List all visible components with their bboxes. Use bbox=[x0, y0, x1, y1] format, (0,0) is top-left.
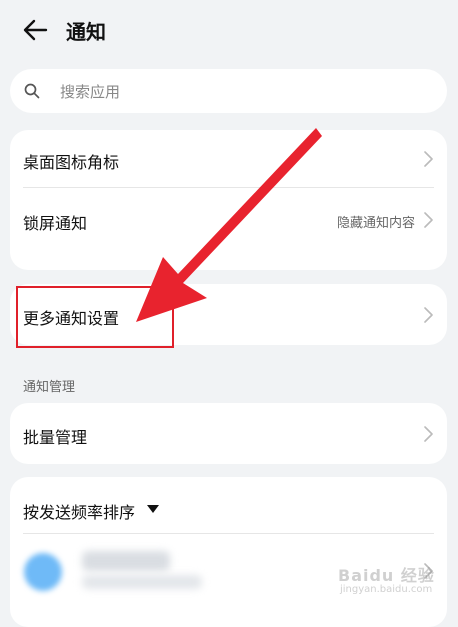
chevron-right-icon bbox=[424, 151, 433, 167]
batch-management-card: 批量管理 bbox=[10, 403, 447, 464]
annotation-highlight-box bbox=[16, 286, 174, 348]
search-icon bbox=[24, 83, 40, 99]
search-input[interactable] bbox=[58, 69, 422, 115]
top-bar: 通知 bbox=[0, 0, 458, 60]
section-header: 通知管理 bbox=[23, 380, 76, 395]
notification-settings-card: 桌面图标角标 锁屏通知 隐藏通知内容 bbox=[10, 130, 447, 270]
app-list-card: 按发送频率排序 bbox=[10, 477, 447, 627]
badge-setting-row[interactable]: 桌面图标角标 bbox=[10, 130, 447, 188]
row-label: 批量管理 bbox=[23, 428, 88, 447]
batch-management-row[interactable]: 批量管理 bbox=[10, 403, 447, 464]
page-title: 通知 bbox=[66, 20, 106, 44]
row-label: 桌面图标角标 bbox=[23, 153, 120, 172]
divider bbox=[23, 533, 434, 534]
row-value: 隐藏通知内容 bbox=[336, 216, 415, 231]
back-button[interactable] bbox=[20, 14, 52, 46]
chevron-right-icon bbox=[424, 307, 433, 323]
caret-down-icon bbox=[147, 505, 159, 513]
back-arrow-icon bbox=[23, 19, 48, 41]
search-bar[interactable] bbox=[10, 69, 447, 115]
chevron-right-icon bbox=[424, 212, 433, 228]
chevron-right-icon bbox=[424, 426, 433, 442]
watermark-text: Baidu 经验 bbox=[338, 566, 435, 585]
watermark-subtext: jingyan.baidu.com bbox=[340, 584, 433, 595]
app-desc-blurred bbox=[82, 575, 202, 589]
sort-label: 按发送频率排序 bbox=[23, 503, 136, 522]
row-label: 锁屏通知 bbox=[23, 214, 88, 233]
sort-dropdown[interactable]: 按发送频率排序 bbox=[10, 477, 190, 537]
app-name-blurred bbox=[82, 551, 170, 571]
lock-screen-notification-row[interactable]: 锁屏通知 隐藏通知内容 bbox=[10, 188, 447, 270]
app-icon bbox=[24, 553, 62, 591]
